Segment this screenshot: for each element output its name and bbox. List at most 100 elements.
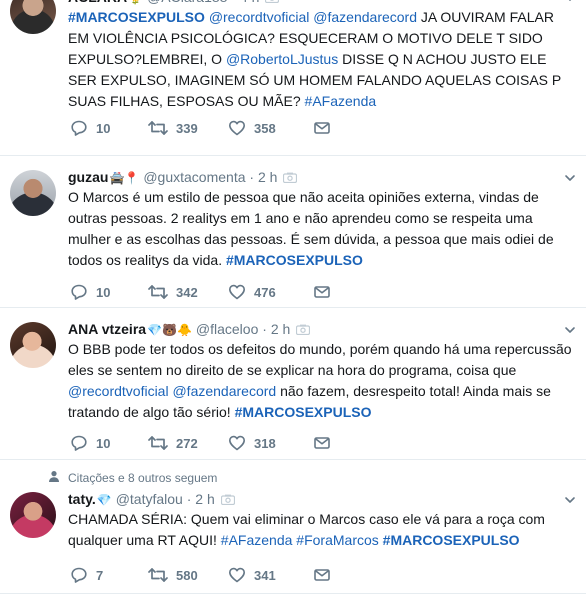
separator-dot: · <box>258 321 271 337</box>
tweet-body: ANA vtzeira💎🐻🐥 @flaceloo · 2 h O BBB pode… <box>68 320 576 423</box>
reply-icon <box>70 284 96 300</box>
reply-icon <box>70 120 96 136</box>
avatar[interactable] <box>10 0 56 34</box>
mention-link[interactable]: @fazendarecord <box>172 383 276 399</box>
mention-link[interactable]: @recordtvoficial <box>209 9 310 25</box>
tweet-text: O Marcos é um estilo de pessoa que não a… <box>68 187 576 271</box>
hashtag[interactable]: #MARCOSEXPULSO <box>68 9 205 25</box>
direct-message-button[interactable] <box>313 119 339 137</box>
display-name[interactable]: ANA vtzeira <box>68 321 146 337</box>
reply-icon <box>70 435 96 451</box>
retweet-button[interactable]: 339 <box>148 119 198 137</box>
heart-icon <box>228 284 254 300</box>
timestamp[interactable]: 2 h <box>271 321 290 337</box>
like-count: 476 <box>254 285 276 300</box>
reply-button[interactable]: 10 <box>70 283 110 301</box>
hashtag[interactable]: #MARCOSEXPULSO <box>226 252 363 268</box>
direct-message-button[interactable] <box>313 434 339 452</box>
tweet-text: O BBB pode ter todos os defeitos do mund… <box>68 339 576 423</box>
timestamp[interactable]: 4 h <box>240 0 259 5</box>
reply-button[interactable]: 10 <box>70 119 110 137</box>
tweet-actions: 10 342 476 <box>70 283 490 301</box>
hashtag-link[interactable]: #AFazenda <box>305 93 377 109</box>
username[interactable]: @guxtacomenta <box>143 169 245 185</box>
mail-icon <box>313 568 339 583</box>
heart-icon <box>228 435 254 451</box>
retweet-count: 272 <box>176 436 198 451</box>
tweet-header: taty.💎 @tatyfalou · 2 h <box>68 490 576 508</box>
retweet-count: 580 <box>176 568 198 583</box>
tweet[interactable]: ANA vtzeira💎🐻🐥 @flaceloo · 2 h O BBB pode… <box>0 308 586 460</box>
person-icon <box>48 471 60 485</box>
tweet-text: CHAMADA SÉRIA: Quem vai eliminar o Marco… <box>68 509 576 551</box>
name-emoji: 💎🐻🐥 <box>147 323 192 337</box>
hashtag-link[interactable]: #ForaMarcos <box>296 532 378 548</box>
username[interactable]: @tatyfalou <box>116 491 183 507</box>
avatar[interactable] <box>10 322 56 368</box>
avatar[interactable] <box>10 170 56 216</box>
hashtag[interactable]: #MARCOSEXPULSO <box>235 404 372 420</box>
reply-button[interactable]: 7 <box>70 566 103 584</box>
tweet[interactable]: guzau🚔📍 @guxtacomenta · 2 h O Marcos é um… <box>0 156 586 308</box>
display-name[interactable]: ACLARA <box>68 0 127 5</box>
direct-message-button[interactable] <box>313 566 339 584</box>
separator-dot: · <box>227 0 239 5</box>
social-context-label: Citações e 8 outros seguem <box>68 471 218 485</box>
timestamp[interactable]: 2 h <box>258 169 277 185</box>
like-count: 318 <box>254 436 276 451</box>
tweet-actions: 10 272 318 <box>70 434 490 452</box>
name-emoji: 🚔📍 <box>109 171 140 185</box>
tweet-actions: 7 580 341 <box>70 566 490 584</box>
mail-icon <box>313 436 339 451</box>
camera-icon <box>296 324 311 335</box>
retweet-button[interactable]: 272 <box>148 434 198 452</box>
hashtag[interactable]: #MARCOSEXPULSO <box>383 532 520 548</box>
tweet[interactable]: ACLARA🌻 @AClara188 · 4 h #MARCOSEXPULSO @… <box>0 0 586 156</box>
direct-message-button[interactable] <box>313 283 339 301</box>
tweet-text: #MARCOSEXPULSO @recordtvoficial @fazenda… <box>68 7 576 112</box>
like-button[interactable]: 476 <box>228 283 276 301</box>
tweet-body: ACLARA🌻 @AClara188 · 4 h #MARCOSEXPULSO @… <box>68 0 576 112</box>
camera-icon <box>265 0 280 3</box>
tweet-header: ANA vtzeira💎🐻🐥 @flaceloo · 2 h <box>68 320 576 338</box>
name-emoji: 💎 <box>96 493 112 507</box>
like-button[interactable]: 358 <box>228 119 276 137</box>
heart-icon <box>228 120 254 136</box>
mail-icon <box>313 285 339 300</box>
retweet-count: 342 <box>176 285 198 300</box>
tweet-actions: 10 339 358 <box>70 119 490 137</box>
mention-link[interactable]: @fazendarecord <box>313 9 417 25</box>
like-button[interactable]: 318 <box>228 434 276 452</box>
retweet-button[interactable]: 342 <box>148 283 198 301</box>
name-emoji: 🌻 <box>128 0 143 5</box>
hashtag-link[interactable]: #AFazenda <box>221 532 293 548</box>
like-button[interactable]: 341 <box>228 566 276 584</box>
reply-count: 10 <box>96 121 111 136</box>
retweet-icon <box>148 285 176 300</box>
timestamp[interactable]: 2 h <box>195 491 214 507</box>
camera-icon <box>283 172 298 183</box>
reply-count: 10 <box>96 285 111 300</box>
like-count: 358 <box>254 121 276 136</box>
retweet-button[interactable]: 580 <box>148 566 198 584</box>
reply-icon <box>70 567 96 583</box>
display-name[interactable]: taty. <box>68 491 96 507</box>
separator-dot: · <box>182 491 196 507</box>
retweet-icon <box>148 121 176 136</box>
mention-link[interactable]: @RobertoLJustus <box>226 51 338 67</box>
avatar[interactable] <box>10 492 56 538</box>
social-context[interactable]: Citações e 8 outros seguem <box>48 470 217 485</box>
mention-link[interactable]: @recordtvoficial <box>68 383 169 399</box>
reply-count: 7 <box>96 568 104 583</box>
tweet[interactable]: Citações e 8 outros seguem taty.💎 @tatyfa… <box>0 460 586 594</box>
tweet-body: guzau🚔📍 @guxtacomenta · 2 h O Marcos é um… <box>68 168 576 271</box>
mail-icon <box>313 121 339 136</box>
display-name[interactable]: guzau <box>68 169 108 185</box>
camera-icon <box>220 494 235 505</box>
reply-button[interactable]: 10 <box>70 434 110 452</box>
tweet-header: ACLARA🌻 @AClara188 · 4 h <box>68 0 576 6</box>
username[interactable]: @AClara188 <box>147 0 227 5</box>
username[interactable]: @flaceloo <box>196 321 258 337</box>
tweet-body: taty.💎 @tatyfalou · 2 h CHAMADA SÉRIA: Qu… <box>68 490 576 551</box>
like-count: 341 <box>254 568 276 583</box>
